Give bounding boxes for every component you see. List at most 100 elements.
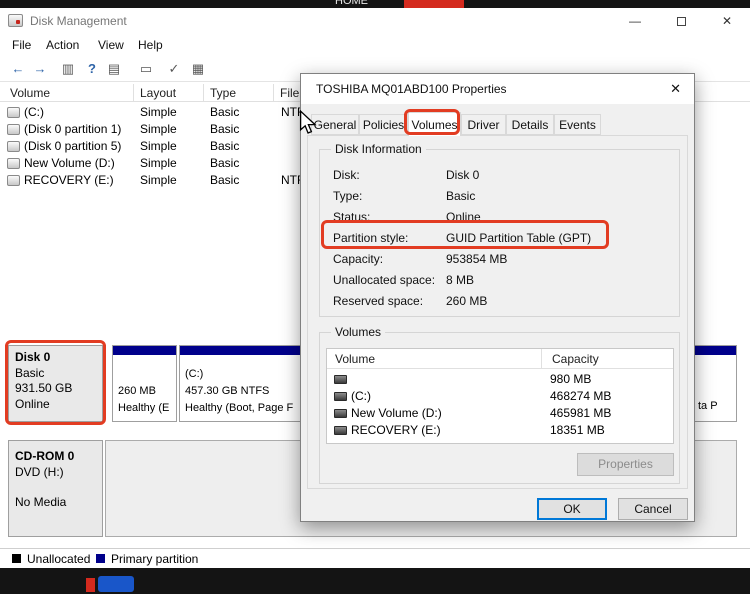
maximize-button[interactable] (658, 8, 704, 34)
volume-type: Basic (210, 139, 239, 153)
volume-name: RECOVERY (E:) (351, 423, 441, 437)
tab-details[interactable]: Details (506, 114, 554, 135)
action-pane-icon[interactable]: ▭ (136, 59, 156, 79)
close-button[interactable]: ✕ (704, 8, 750, 34)
window-titlebar[interactable]: Disk Management — ✕ (0, 8, 750, 34)
volume-name: RECOVERY (E:) (24, 173, 114, 187)
volume-layout: Simple (140, 139, 177, 153)
volume-layout: Simple (140, 173, 177, 187)
volumes-table-row[interactable]: RECOVERY (E:) 18351 MB (327, 422, 673, 439)
column-header-layout[interactable]: Layout (134, 84, 204, 102)
volume-icon (334, 375, 347, 384)
background-red-fragment (86, 578, 95, 592)
tab-driver[interactable]: Driver (461, 114, 506, 135)
disk0-status: Online (15, 397, 50, 411)
drive-icon (7, 158, 20, 169)
volume-name: (C:) (24, 105, 44, 119)
cdrom-status: No Media (15, 495, 66, 509)
volume-layout: Simple (140, 156, 177, 170)
type-value: Basic (446, 189, 475, 203)
legend-bar: Unallocated Primary partition (0, 548, 750, 568)
properties-dialog: TOSHIBA MQ01ABD100 Properties ✕ General … (300, 73, 695, 522)
console-tree-icon[interactable]: ▥ (58, 59, 78, 79)
capacity-value: 953854 MB (446, 252, 507, 266)
unallocated-legend-swatch (12, 554, 21, 563)
export-list-icon[interactable]: ▤ (104, 59, 124, 79)
volume-layout: Simple (140, 105, 177, 119)
background-nav-fragment: HOME (335, 0, 368, 7)
menu-help[interactable]: Help (138, 34, 163, 56)
properties-button[interactable]: Properties (577, 453, 674, 476)
dialog-title: TOSHIBA MQ01ABD100 Properties (316, 82, 507, 96)
drive-icon (7, 107, 20, 118)
partition-health: Healthy (Boot, Page F (185, 402, 293, 414)
column-header-type[interactable]: Type (204, 84, 274, 102)
column-header-volume[interactable]: Volume (4, 84, 134, 102)
unallocated-label: Unallocated space: (333, 273, 435, 287)
cdrom-type: DVD (H:) (15, 465, 64, 479)
partition-size: 457.30 GB NTFS (185, 385, 269, 397)
disk0-size: 931.50 GB (15, 381, 72, 395)
volume-name: (Disk 0 partition 1) (24, 122, 121, 136)
partition-style-label: Partition style: (333, 231, 408, 245)
mouse-cursor (299, 110, 319, 134)
volumes-table-row[interactable]: New Volume (D:) 465981 MB (327, 405, 673, 422)
volume-name: (Disk 0 partition 5) (24, 139, 121, 153)
partition-efi[interactable]: 260 MB Healthy (E (112, 345, 177, 422)
tab-policies[interactable]: Policies (359, 114, 408, 135)
partition-size: 260 MB (118, 385, 156, 397)
volume-name: New Volume (D:) (351, 406, 442, 420)
dialog-close-button[interactable]: ✕ (670, 81, 681, 97)
unallocated-value: 8 MB (446, 273, 474, 287)
back-icon[interactable]: ← (8, 59, 28, 79)
disk0-name: Disk 0 (15, 350, 50, 364)
volume-type: Basic (210, 122, 239, 136)
type-label: Type: (333, 189, 362, 203)
volume-type: Basic (210, 105, 239, 119)
screen: HOME Disk Management — ✕ File Action Vie… (0, 0, 750, 594)
menu-action[interactable]: Action (46, 34, 79, 56)
dialog-titlebar[interactable]: TOSHIBA MQ01ABD100 Properties ✕ (301, 74, 694, 104)
volumes-col-volume[interactable]: Volume (327, 349, 542, 369)
background-red-fragment (404, 0, 464, 8)
volume-icon (334, 392, 347, 401)
minimize-button[interactable]: — (612, 8, 658, 34)
disk0-label-box[interactable]: Disk 0 Basic 931.50 GB Online (8, 345, 103, 422)
partition-name: (C:) (185, 368, 203, 380)
cdrom-label-box[interactable]: CD-ROM 0 DVD (H:) No Media (8, 440, 103, 537)
volume-layout: Simple (140, 122, 177, 136)
primary-partition-legend-label: Primary partition (111, 552, 198, 566)
forward-icon[interactable]: → (30, 59, 50, 79)
menu-file[interactable]: File (12, 34, 31, 56)
ok-button[interactable]: OK (537, 498, 607, 520)
volume-capacity: 18351 MB (550, 423, 605, 437)
volume-icon (334, 426, 347, 435)
volumes-col-capacity[interactable]: Capacity (542, 349, 674, 369)
tab-volumes[interactable]: Volumes (408, 112, 461, 136)
volumes-table[interactable]: Volume Capacity 980 MB (C:) 468274 MB Ne… (326, 348, 674, 444)
reserved-value: 260 MB (446, 294, 487, 308)
cdrom-name: CD-ROM 0 (15, 449, 74, 463)
disk-information-group-label: Disk Information (331, 142, 426, 156)
volume-name: New Volume (D:) (24, 156, 115, 170)
refresh-icon[interactable]: ✓ (164, 59, 184, 79)
primary-partition-legend-swatch (96, 554, 105, 563)
tab-events[interactable]: Events (554, 114, 601, 135)
menu-view[interactable]: View (98, 34, 124, 56)
properties-icon[interactable]: ▦ (188, 59, 208, 79)
partition-style-value: GUID Partition Table (GPT) (446, 231, 591, 245)
volume-capacity: 980 MB (550, 372, 591, 386)
disk-value: Disk 0 (446, 168, 479, 182)
help-icon[interactable]: ? (82, 59, 102, 79)
cancel-button[interactable]: Cancel (618, 498, 688, 520)
volumes-table-row[interactable]: 980 MB (327, 371, 673, 388)
maximize-icon (677, 17, 686, 26)
drive-icon (7, 175, 20, 186)
primary-partition-band (113, 346, 176, 355)
status-value: Online (446, 210, 481, 224)
volume-type: Basic (210, 173, 239, 187)
partition-text-fragment: ta P (698, 400, 718, 412)
drive-icon (7, 141, 20, 152)
disk-management-app-icon (8, 14, 23, 27)
volumes-table-row[interactable]: (C:) 468274 MB (327, 388, 673, 405)
